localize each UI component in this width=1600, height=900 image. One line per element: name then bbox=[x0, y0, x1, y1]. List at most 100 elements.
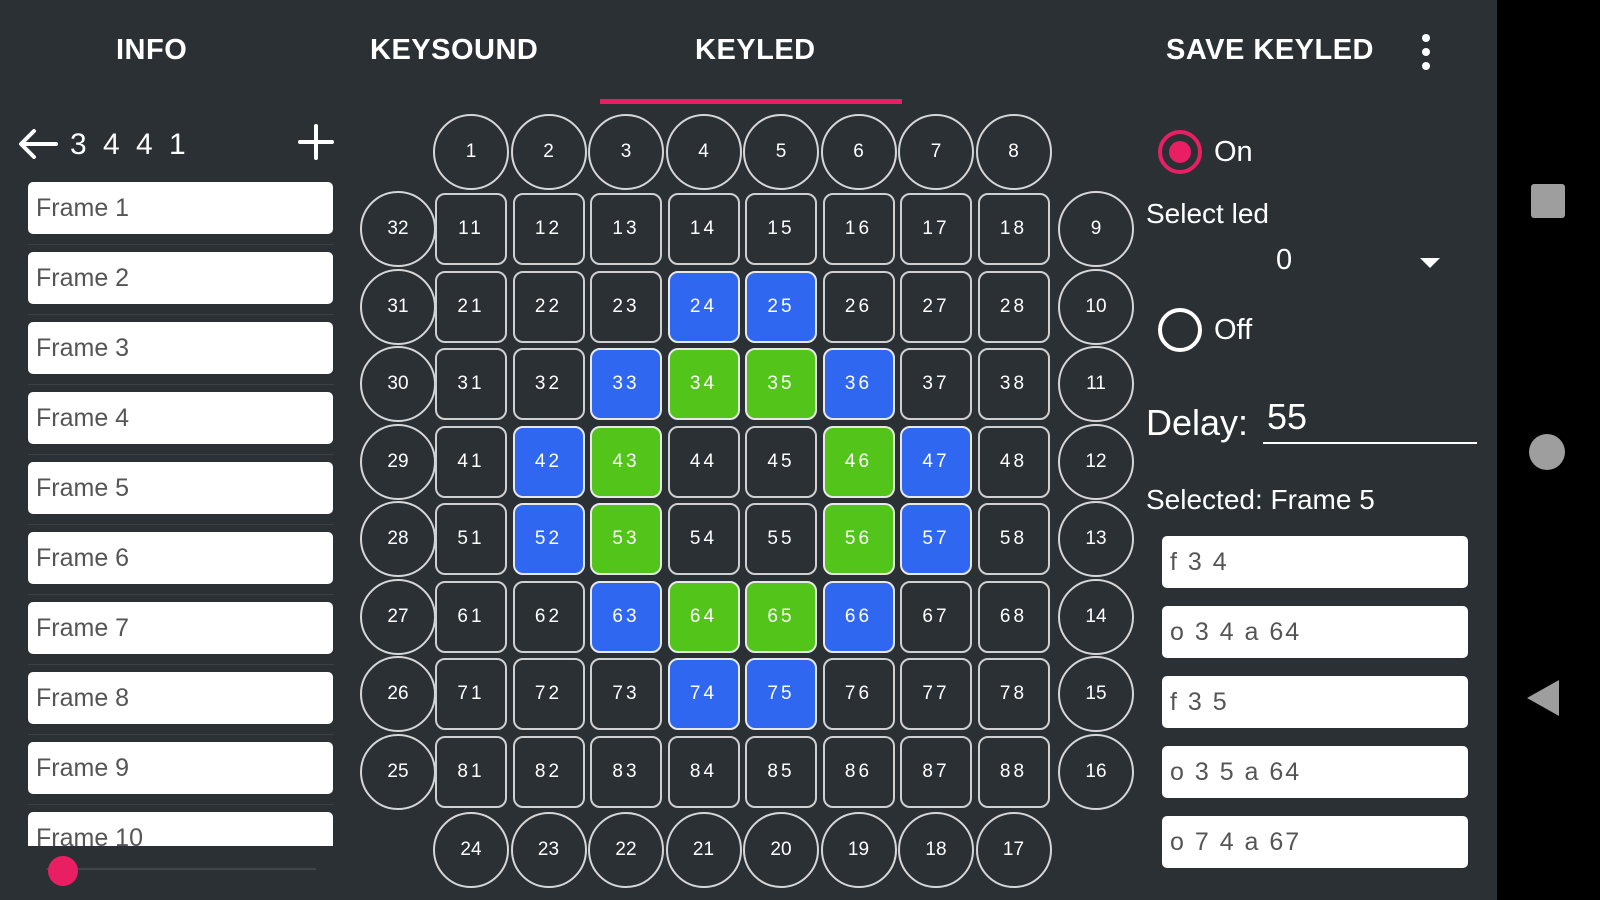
frame-list-item[interactable]: Frame 3 bbox=[28, 322, 333, 374]
pad-key[interactable]: 37 bbox=[900, 348, 972, 420]
back-arrow-icon[interactable] bbox=[16, 126, 60, 162]
back-icon[interactable] bbox=[1527, 680, 1559, 716]
edge-button-right[interactable]: 11 bbox=[1058, 346, 1134, 422]
frame-list[interactable]: Frame 1 Frame 2 Frame 3 Frame 4 Frame 5 Frame… bbox=[28, 182, 334, 846]
edge-button-left[interactable]: 29 bbox=[360, 423, 436, 500]
pad-key[interactable]: 83 bbox=[590, 735, 662, 808]
pad-key[interactable]: 13 bbox=[590, 193, 662, 265]
edge-button-right[interactable]: 10 bbox=[1058, 268, 1134, 345]
pad-key[interactable]: 62 bbox=[512, 580, 585, 653]
home-icon[interactable] bbox=[1529, 434, 1565, 470]
select-led-dropdown[interactable]: 0 bbox=[1150, 240, 1450, 286]
frame-list-item[interactable]: Frame 9 bbox=[28, 742, 333, 794]
pad-key[interactable]: 78 bbox=[977, 658, 1050, 730]
pad-key[interactable]: 36 bbox=[822, 348, 895, 420]
edge-button-bottom[interactable]: 23 bbox=[510, 812, 587, 888]
recents-icon[interactable] bbox=[1531, 184, 1565, 218]
pad-key[interactable]: 44 bbox=[667, 425, 740, 498]
pad-key[interactable]: 11 bbox=[435, 193, 507, 265]
pad-key[interactable]: 25 bbox=[745, 270, 817, 343]
edge-button-top[interactable]: 2 bbox=[510, 114, 587, 190]
pad-key[interactable]: 33 bbox=[590, 348, 662, 420]
pad-key[interactable]: 43 bbox=[590, 425, 662, 498]
pad-key[interactable]: 82 bbox=[512, 735, 585, 808]
pad-key[interactable]: 46 bbox=[822, 425, 895, 498]
pad-key[interactable]: 71 bbox=[435, 658, 507, 730]
pad-key[interactable]: 38 bbox=[977, 348, 1050, 420]
delay-input[interactable] bbox=[1263, 392, 1477, 444]
edge-button-top[interactable]: 3 bbox=[588, 114, 664, 190]
edge-button-bottom[interactable]: 18 bbox=[898, 812, 974, 888]
tab-keysound[interactable]: KEYSOUND bbox=[370, 34, 538, 67]
edge-button-left[interactable]: 26 bbox=[360, 656, 436, 732]
frame-list-item[interactable]: Frame 4 bbox=[28, 392, 333, 444]
edge-button-right[interactable]: 13 bbox=[1058, 501, 1134, 577]
pad-key[interactable]: 52 bbox=[512, 503, 585, 575]
command-list-item[interactable]: o 7 4 a 67 bbox=[1162, 816, 1468, 868]
frame-list-item[interactable]: Frame 2 bbox=[28, 252, 333, 304]
frame-list-item[interactable]: Frame 10 bbox=[28, 812, 333, 846]
pad-key[interactable]: 66 bbox=[822, 580, 895, 653]
edge-button-right[interactable]: 15 bbox=[1058, 656, 1134, 732]
pad-key[interactable]: 53 bbox=[590, 503, 662, 575]
edge-button-top[interactable]: 5 bbox=[743, 114, 819, 190]
command-list-item[interactable]: o 3 5 a 64 bbox=[1162, 746, 1468, 798]
on-radio-button[interactable] bbox=[1158, 130, 1202, 174]
command-list-item[interactable]: f 3 4 bbox=[1162, 536, 1468, 588]
edge-button-bottom[interactable]: 20 bbox=[743, 812, 819, 888]
edge-button-right[interactable]: 16 bbox=[1058, 733, 1134, 810]
pad-key[interactable]: 76 bbox=[822, 658, 895, 730]
pad-key[interactable]: 65 bbox=[745, 580, 817, 653]
frame-list-item[interactable]: Frame 7 bbox=[28, 602, 333, 654]
edge-button-top[interactable]: 6 bbox=[820, 114, 897, 190]
pad-key[interactable]: 26 bbox=[822, 270, 895, 343]
edge-button-right[interactable]: 9 bbox=[1058, 191, 1134, 267]
more-options-icon[interactable] bbox=[1416, 34, 1436, 74]
pad-key[interactable]: 68 bbox=[977, 580, 1050, 653]
pad-key[interactable]: 74 bbox=[667, 658, 740, 730]
pad-key[interactable]: 48 bbox=[977, 425, 1050, 498]
pad-key[interactable]: 47 bbox=[900, 425, 972, 498]
pad-key[interactable]: 84 bbox=[667, 735, 740, 808]
pad-key[interactable]: 81 bbox=[435, 735, 507, 808]
pad-key[interactable]: 17 bbox=[900, 193, 972, 265]
pad-key[interactable]: 51 bbox=[435, 503, 507, 575]
edge-button-left[interactable]: 30 bbox=[360, 346, 436, 422]
edge-button-bottom[interactable]: 21 bbox=[665, 812, 742, 888]
pad-key[interactable]: 21 bbox=[435, 270, 507, 343]
edge-button-left[interactable]: 25 bbox=[360, 733, 436, 810]
pad-key[interactable]: 64 bbox=[667, 580, 740, 653]
edge-button-left[interactable]: 28 bbox=[360, 501, 436, 577]
pad-key[interactable]: 75 bbox=[745, 658, 817, 730]
pad-key[interactable]: 86 bbox=[822, 735, 895, 808]
edge-button-bottom[interactable]: 17 bbox=[975, 812, 1052, 888]
frame-list-item[interactable]: Frame 5 bbox=[28, 462, 333, 514]
frame-list-item[interactable]: Frame 8 bbox=[28, 672, 333, 724]
pad-key[interactable]: 54 bbox=[667, 503, 740, 575]
pad-key[interactable]: 58 bbox=[977, 503, 1050, 575]
edge-button-right[interactable]: 14 bbox=[1058, 578, 1134, 655]
pad-key[interactable]: 72 bbox=[512, 658, 585, 730]
edge-button-right[interactable]: 12 bbox=[1058, 423, 1134, 500]
pad-key[interactable]: 41 bbox=[435, 425, 507, 498]
pad-key[interactable]: 61 bbox=[435, 580, 507, 653]
pad-key[interactable]: 28 bbox=[977, 270, 1050, 343]
edge-button-top[interactable]: 7 bbox=[898, 114, 974, 190]
pad-key[interactable]: 32 bbox=[512, 348, 585, 420]
pad-key[interactable]: 23 bbox=[590, 270, 662, 343]
edge-button-top[interactable]: 4 bbox=[665, 114, 742, 190]
add-frame-icon[interactable] bbox=[296, 122, 336, 162]
command-list-item[interactable]: f 3 5 bbox=[1162, 676, 1468, 728]
save-keyled-button[interactable]: SAVE KEYLED bbox=[1166, 34, 1374, 67]
pad-key[interactable]: 87 bbox=[900, 735, 972, 808]
edge-button-bottom[interactable]: 22 bbox=[588, 812, 664, 888]
pad-key[interactable]: 42 bbox=[512, 425, 585, 498]
pad-key[interactable]: 14 bbox=[667, 193, 740, 265]
edge-button-bottom[interactable]: 19 bbox=[820, 812, 897, 888]
pad-key[interactable]: 15 bbox=[745, 193, 817, 265]
pad-key[interactable]: 67 bbox=[900, 580, 972, 653]
pad-key[interactable]: 16 bbox=[822, 193, 895, 265]
pad-key[interactable]: 24 bbox=[667, 270, 740, 343]
frame-list-item[interactable]: Frame 6 bbox=[28, 532, 333, 584]
edge-button-top[interactable]: 1 bbox=[433, 114, 509, 190]
